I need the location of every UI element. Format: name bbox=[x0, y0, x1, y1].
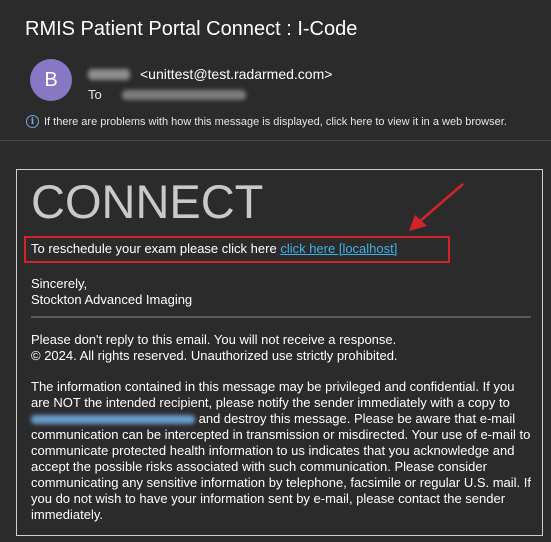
body-divider bbox=[31, 316, 531, 318]
sender-avatar[interactable]: B bbox=[30, 59, 72, 101]
sincerely-text: Sincerely, bbox=[31, 276, 88, 291]
disclaimer-part-2: and destroy this message. Please be awar… bbox=[31, 411, 531, 522]
display-info-bar[interactable]: i If there are problems with how this me… bbox=[26, 115, 507, 128]
connect-logo: CONNECT bbox=[31, 175, 264, 228]
display-info-text[interactable]: If there are problems with how this mess… bbox=[44, 116, 507, 128]
red-arrow-annotation bbox=[409, 183, 464, 231]
sender-row: <unittest@test.radarmed.com> bbox=[88, 66, 332, 82]
email-body-frame: CONNECT To reschedule your exam please c… bbox=[16, 169, 543, 536]
notice-block: Please don't reply to this email. You wi… bbox=[31, 332, 398, 364]
sender-email[interactable]: <unittest@test.radarmed.com> bbox=[140, 66, 332, 82]
info-icon: i bbox=[26, 115, 39, 128]
reschedule-line: To reschedule your exam please click her… bbox=[31, 241, 397, 256]
reschedule-text: To reschedule your exam please click her… bbox=[31, 241, 277, 256]
recipient-row: To bbox=[88, 87, 246, 102]
disclaimer-part-1: The information contained in this messag… bbox=[31, 379, 515, 410]
sender-name-redacted bbox=[88, 68, 130, 80]
no-reply-text: Please don't reply to this email. You wi… bbox=[31, 332, 397, 347]
reschedule-link[interactable]: click here [localhost] bbox=[280, 241, 397, 256]
to-label: To bbox=[88, 87, 102, 102]
recipient-redacted[interactable] bbox=[121, 89, 246, 100]
org-name: Stockton Advanced Imaging bbox=[31, 292, 193, 307]
header-divider bbox=[0, 140, 551, 141]
disclaimer-text: The information contained in this messag… bbox=[31, 379, 536, 523]
signature-block: Sincerely, Stockton Advanced Imaging bbox=[31, 276, 192, 308]
redacted-email-link[interactable] bbox=[31, 415, 195, 425]
email-subject: RMIS Patient Portal Connect : I-Code bbox=[25, 18, 358, 40]
copyright-text: © 2024. All rights reserved. Unauthorize… bbox=[31, 348, 398, 363]
